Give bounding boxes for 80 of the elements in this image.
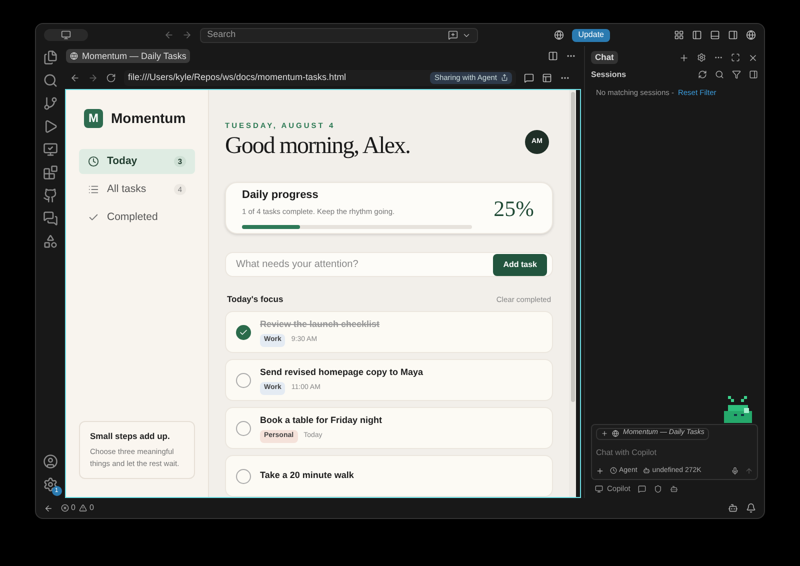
- branch-icon[interactable]: [42, 96, 58, 111]
- globe-icon[interactable]: [746, 30, 756, 40]
- progress-title: Daily progress: [242, 188, 320, 204]
- globe-icon[interactable]: [554, 30, 564, 40]
- forward-icon[interactable]: [182, 30, 192, 40]
- panel-icon[interactable]: [749, 70, 758, 79]
- bot-icon[interactable]: [670, 485, 678, 493]
- reload-icon[interactable]: [106, 72, 116, 83]
- progress-percent: 25%: [494, 194, 534, 223]
- task-card[interactable]: Take a 20 minute walk: [225, 455, 553, 497]
- search-icon[interactable]: [715, 70, 724, 79]
- github-icon[interactable]: [42, 188, 58, 203]
- search-icon[interactable]: [42, 73, 58, 88]
- search-field[interactable]: Search: [200, 28, 478, 42]
- back-icon[interactable]: [70, 72, 80, 83]
- problems-status[interactable]: 0 0: [61, 502, 94, 514]
- forward-icon[interactable]: [88, 72, 98, 83]
- greeting-heading: Good morning, Alex.: [225, 132, 411, 162]
- settings-icon[interactable]: [697, 53, 706, 62]
- filter-icon[interactable]: [732, 70, 741, 79]
- error-icon: [61, 504, 69, 512]
- refresh-icon[interactable]: [698, 70, 707, 79]
- tip-title: Small steps add up.: [90, 430, 171, 443]
- nav-item[interactable]: Completed: [79, 204, 195, 230]
- check-icon: [88, 212, 99, 223]
- clock-icon: [88, 156, 99, 167]
- chat-icon[interactable]: [42, 211, 58, 226]
- task-title: Book a table for Friday night: [260, 414, 382, 427]
- chat-icon[interactable]: [638, 485, 646, 493]
- task-title: Review the launch checklist: [260, 318, 380, 330]
- section-title: Today's focus: [227, 293, 284, 306]
- shield-icon[interactable]: [654, 485, 662, 493]
- sessions-heading: Sessions: [591, 68, 628, 80]
- chat-tab[interactable]: Chat: [591, 51, 618, 64]
- back-icon[interactable]: [164, 30, 174, 40]
- monitor-icon: [595, 485, 603, 493]
- plus-icon[interactable]: [679, 52, 689, 62]
- panel-bottom-icon[interactable]: [710, 30, 720, 40]
- monitor-icon: [61, 30, 71, 40]
- task-title: Send revised homepage copy to Maya: [260, 366, 424, 379]
- shapes-icon[interactable]: [42, 234, 58, 249]
- layout-toggle[interactable]: [44, 29, 88, 41]
- files-icon[interactable]: [42, 50, 58, 65]
- play-icon[interactable]: [42, 119, 58, 134]
- update-button[interactable]: Update: [572, 28, 610, 42]
- warning-icon: [79, 504, 88, 512]
- plus-icon: [601, 430, 608, 437]
- globe-icon: [70, 52, 78, 60]
- split-icon[interactable]: [548, 51, 558, 62]
- task-checkbox[interactable]: [236, 468, 251, 484]
- task-input-field[interactable]: What needs your attention? Add task: [225, 252, 553, 278]
- task-checkbox[interactable]: [236, 420, 251, 436]
- settings-icon[interactable]: [42, 477, 58, 492]
- add-task-button[interactable]: Add task: [493, 254, 547, 276]
- account-icon[interactable]: [42, 454, 58, 469]
- maximize-icon[interactable]: [731, 53, 740, 62]
- chat-icon[interactable]: [448, 30, 458, 40]
- scrollbar-thumb[interactable]: [570, 92, 574, 402]
- copilot-icon[interactable]: [728, 503, 738, 513]
- mascot-drawing: [722, 396, 754, 424]
- share-icon: [501, 74, 508, 82]
- layout-icon[interactable]: [674, 30, 684, 40]
- chat-icon[interactable]: [524, 72, 534, 83]
- mic-icon[interactable]: [731, 466, 739, 475]
- blocks-icon[interactable]: [42, 165, 58, 180]
- task-checkbox[interactable]: [236, 372, 251, 388]
- globe-icon: [612, 430, 619, 437]
- editor-tab[interactable]: Momentum — Daily Tasks: [66, 49, 190, 64]
- check-icon: [239, 328, 248, 336]
- task-title: Take a 20 minute walk: [260, 469, 354, 482]
- plus-icon[interactable]: [596, 466, 604, 475]
- list-icon: [88, 184, 99, 195]
- app-logo: M: [84, 108, 103, 128]
- sidebar-left-icon[interactable]: [692, 30, 702, 40]
- task-checkbox[interactable]: [236, 324, 251, 340]
- sidebar-right-icon[interactable]: [728, 30, 738, 40]
- bell-icon[interactable]: [746, 503, 756, 513]
- close-icon[interactable]: [748, 52, 758, 62]
- brand-name: Momentum: [111, 108, 186, 128]
- monitor-icon[interactable]: [42, 142, 58, 157]
